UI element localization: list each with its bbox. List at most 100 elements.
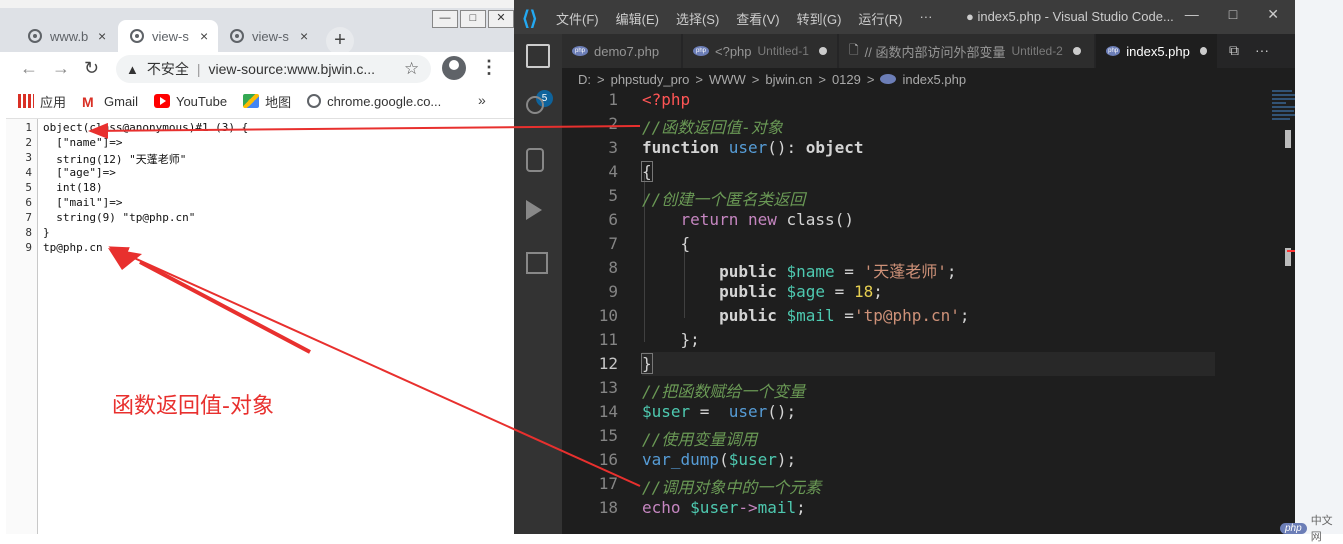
bookmark-chrome-store[interactable]: chrome.google.co... xyxy=(307,94,441,109)
close-window-button[interactable]: ✕ xyxy=(488,10,514,28)
breadcrumb-separator: > xyxy=(818,71,826,87)
forward-button[interactable]: → xyxy=(52,58,70,79)
browser-tab-2[interactable]: view-s × xyxy=(118,20,218,52)
minimize-button[interactable]: — xyxy=(432,10,458,28)
code-line-1: <?php xyxy=(642,90,690,109)
close-window-button[interactable]: ✕ xyxy=(1267,6,1279,23)
line-number: 7 xyxy=(608,234,618,253)
address-bar[interactable]: ▲ 不安全 | view-source:www.bjwin.c... xyxy=(116,55,431,83)
unsaved-dot-icon[interactable] xyxy=(818,47,827,55)
bookmark-maps[interactable]: 地图 xyxy=(243,92,291,111)
variable: $user xyxy=(728,450,777,469)
code-editor[interactable]: 1 2 3 4 5 6 7 8 9 10 11 12 13 14 15 16 1… xyxy=(562,90,1295,534)
bookmarks-overflow-button[interactable]: » xyxy=(478,92,486,108)
menu-run[interactable]: 运行(R) xyxy=(858,9,902,28)
editor-tab-untitled-2[interactable]: 🗋 // 函数内部访问外部变量 Untitled-2 xyxy=(839,34,1095,68)
breadcrumb-item[interactable]: WWW xyxy=(709,72,746,87)
browser-tab-1[interactable]: www.b × xyxy=(16,20,106,52)
variable: $age xyxy=(786,282,826,301)
maximize-button[interactable]: □ xyxy=(1229,6,1237,23)
annotation-label: 函数返回值-对象 xyxy=(112,394,274,419)
code-line-12: } xyxy=(641,353,653,374)
split-editor-icon[interactable]: ⧉ xyxy=(1229,42,1239,59)
line-number: 2 xyxy=(608,114,618,133)
code-line-16: var_dump($user); xyxy=(642,450,796,469)
tab-label: // 函数内部访问外部变量 xyxy=(864,44,1006,60)
code-line-10: public $mail ='tp@php.cn'; xyxy=(642,306,969,325)
code-line-5: //创建一个匿名类返回 xyxy=(642,186,805,210)
back-button[interactable]: ← xyxy=(20,58,38,79)
comment: //把函数赋给一个变量 xyxy=(642,382,806,401)
insecure-label: 不安全 xyxy=(146,61,189,77)
run-debug-icon[interactable] xyxy=(526,200,542,220)
string: 'tp@php.cn' xyxy=(853,306,960,325)
brace: { xyxy=(642,162,652,181)
background-strip xyxy=(1295,0,1343,534)
extensions-icon[interactable] xyxy=(526,252,548,274)
more-actions-icon[interactable]: ··· xyxy=(1255,42,1269,59)
comment: //使用变量调用 xyxy=(642,430,758,449)
php-file-icon: php xyxy=(1106,46,1121,56)
tab-close-button[interactable]: × xyxy=(200,28,208,44)
youtube-icon xyxy=(153,94,170,108)
code-line-13: //把函数赋给一个变量 xyxy=(642,378,805,402)
source-line: tp@php.cn xyxy=(43,241,103,254)
editor-tab-untitled-1[interactable]: php <?php Untitled-1 xyxy=(683,34,838,68)
code-line-2: //函数返回值-对象 xyxy=(642,114,783,138)
variable: $name xyxy=(786,262,835,281)
bookmark-apps[interactable]: 应用 xyxy=(18,92,66,111)
tab-close-button[interactable]: × xyxy=(98,28,106,44)
new-tab-button[interactable]: + xyxy=(326,27,354,55)
code-line-14: $user = user(); xyxy=(642,402,796,421)
url-text: view-source:www.bjwin.c... xyxy=(208,61,376,77)
explorer-icon[interactable] xyxy=(526,44,550,68)
breadcrumb-separator: > xyxy=(866,71,875,87)
line-number: 3 xyxy=(608,138,618,157)
bookmark-gmail[interactable]: M Gmail xyxy=(82,94,138,111)
menu-go[interactable]: 转到(G) xyxy=(797,9,842,28)
brace: { xyxy=(680,234,691,253)
maximize-button[interactable]: □ xyxy=(460,10,486,28)
bookmark-label: 应用 xyxy=(40,94,67,110)
editor-tab-index5[interactable]: php index5.php xyxy=(1096,34,1218,68)
bookmark-star-icon[interactable]: ☆ xyxy=(404,59,419,79)
code-line-15: //使用变量调用 xyxy=(642,426,757,450)
current-line-highlight xyxy=(642,352,1215,376)
reload-button[interactable]: ↻ xyxy=(84,58,99,79)
line-number: 4 xyxy=(25,166,32,179)
brace: }; xyxy=(680,330,700,349)
breadcrumb-item[interactable]: 0129 xyxy=(832,72,861,87)
browser-menu-button[interactable]: ⋮ xyxy=(480,57,498,78)
line-number: 4 xyxy=(608,162,618,181)
string: '天蓬老师' xyxy=(863,262,947,281)
line-number: 15 xyxy=(598,426,618,445)
menu-file[interactable]: 文件(F) xyxy=(556,9,599,28)
breadcrumb-item[interactable]: D: xyxy=(578,72,591,87)
menu-more[interactable]: ··· xyxy=(919,9,932,28)
browser-tab-3[interactable]: view-s × xyxy=(218,20,308,52)
breadcrumb-separator: > xyxy=(695,71,703,87)
breadcrumb-item[interactable]: index5.php xyxy=(902,72,966,87)
menu-view[interactable]: 查看(V) xyxy=(736,9,779,28)
globe-icon xyxy=(130,29,144,43)
menu-selection[interactable]: 选择(S) xyxy=(676,9,719,28)
bookmark-youtube[interactable]: YouTube xyxy=(153,94,227,109)
profile-avatar[interactable] xyxy=(442,56,466,80)
tab-close-button[interactable]: × xyxy=(300,28,308,44)
minimize-button[interactable]: — xyxy=(1185,6,1199,23)
source-control-icon[interactable] xyxy=(526,148,544,172)
function-name: user xyxy=(728,138,768,157)
menu-edit[interactable]: 编辑(E) xyxy=(616,9,659,28)
editor-tabs: php demo7.php php <?php Untitled-1 🗋 // … xyxy=(562,34,1295,68)
editor-tab-demo7[interactable]: php demo7.php xyxy=(562,34,682,68)
line-number: 8 xyxy=(25,226,32,239)
unsaved-dot-icon[interactable] xyxy=(1199,47,1207,55)
minimap[interactable] xyxy=(1272,90,1295,130)
scrollbar-thumb[interactable] xyxy=(1285,130,1291,148)
line-number: 11 xyxy=(598,330,618,349)
unsaved-dot-icon[interactable] xyxy=(1072,47,1081,55)
breadcrumb-item[interactable]: phpstudy_pro xyxy=(611,72,690,87)
search-icon[interactable] xyxy=(526,96,544,114)
breadcrumb-item[interactable]: bjwin.cn xyxy=(765,72,812,87)
operator: = xyxy=(690,402,729,421)
